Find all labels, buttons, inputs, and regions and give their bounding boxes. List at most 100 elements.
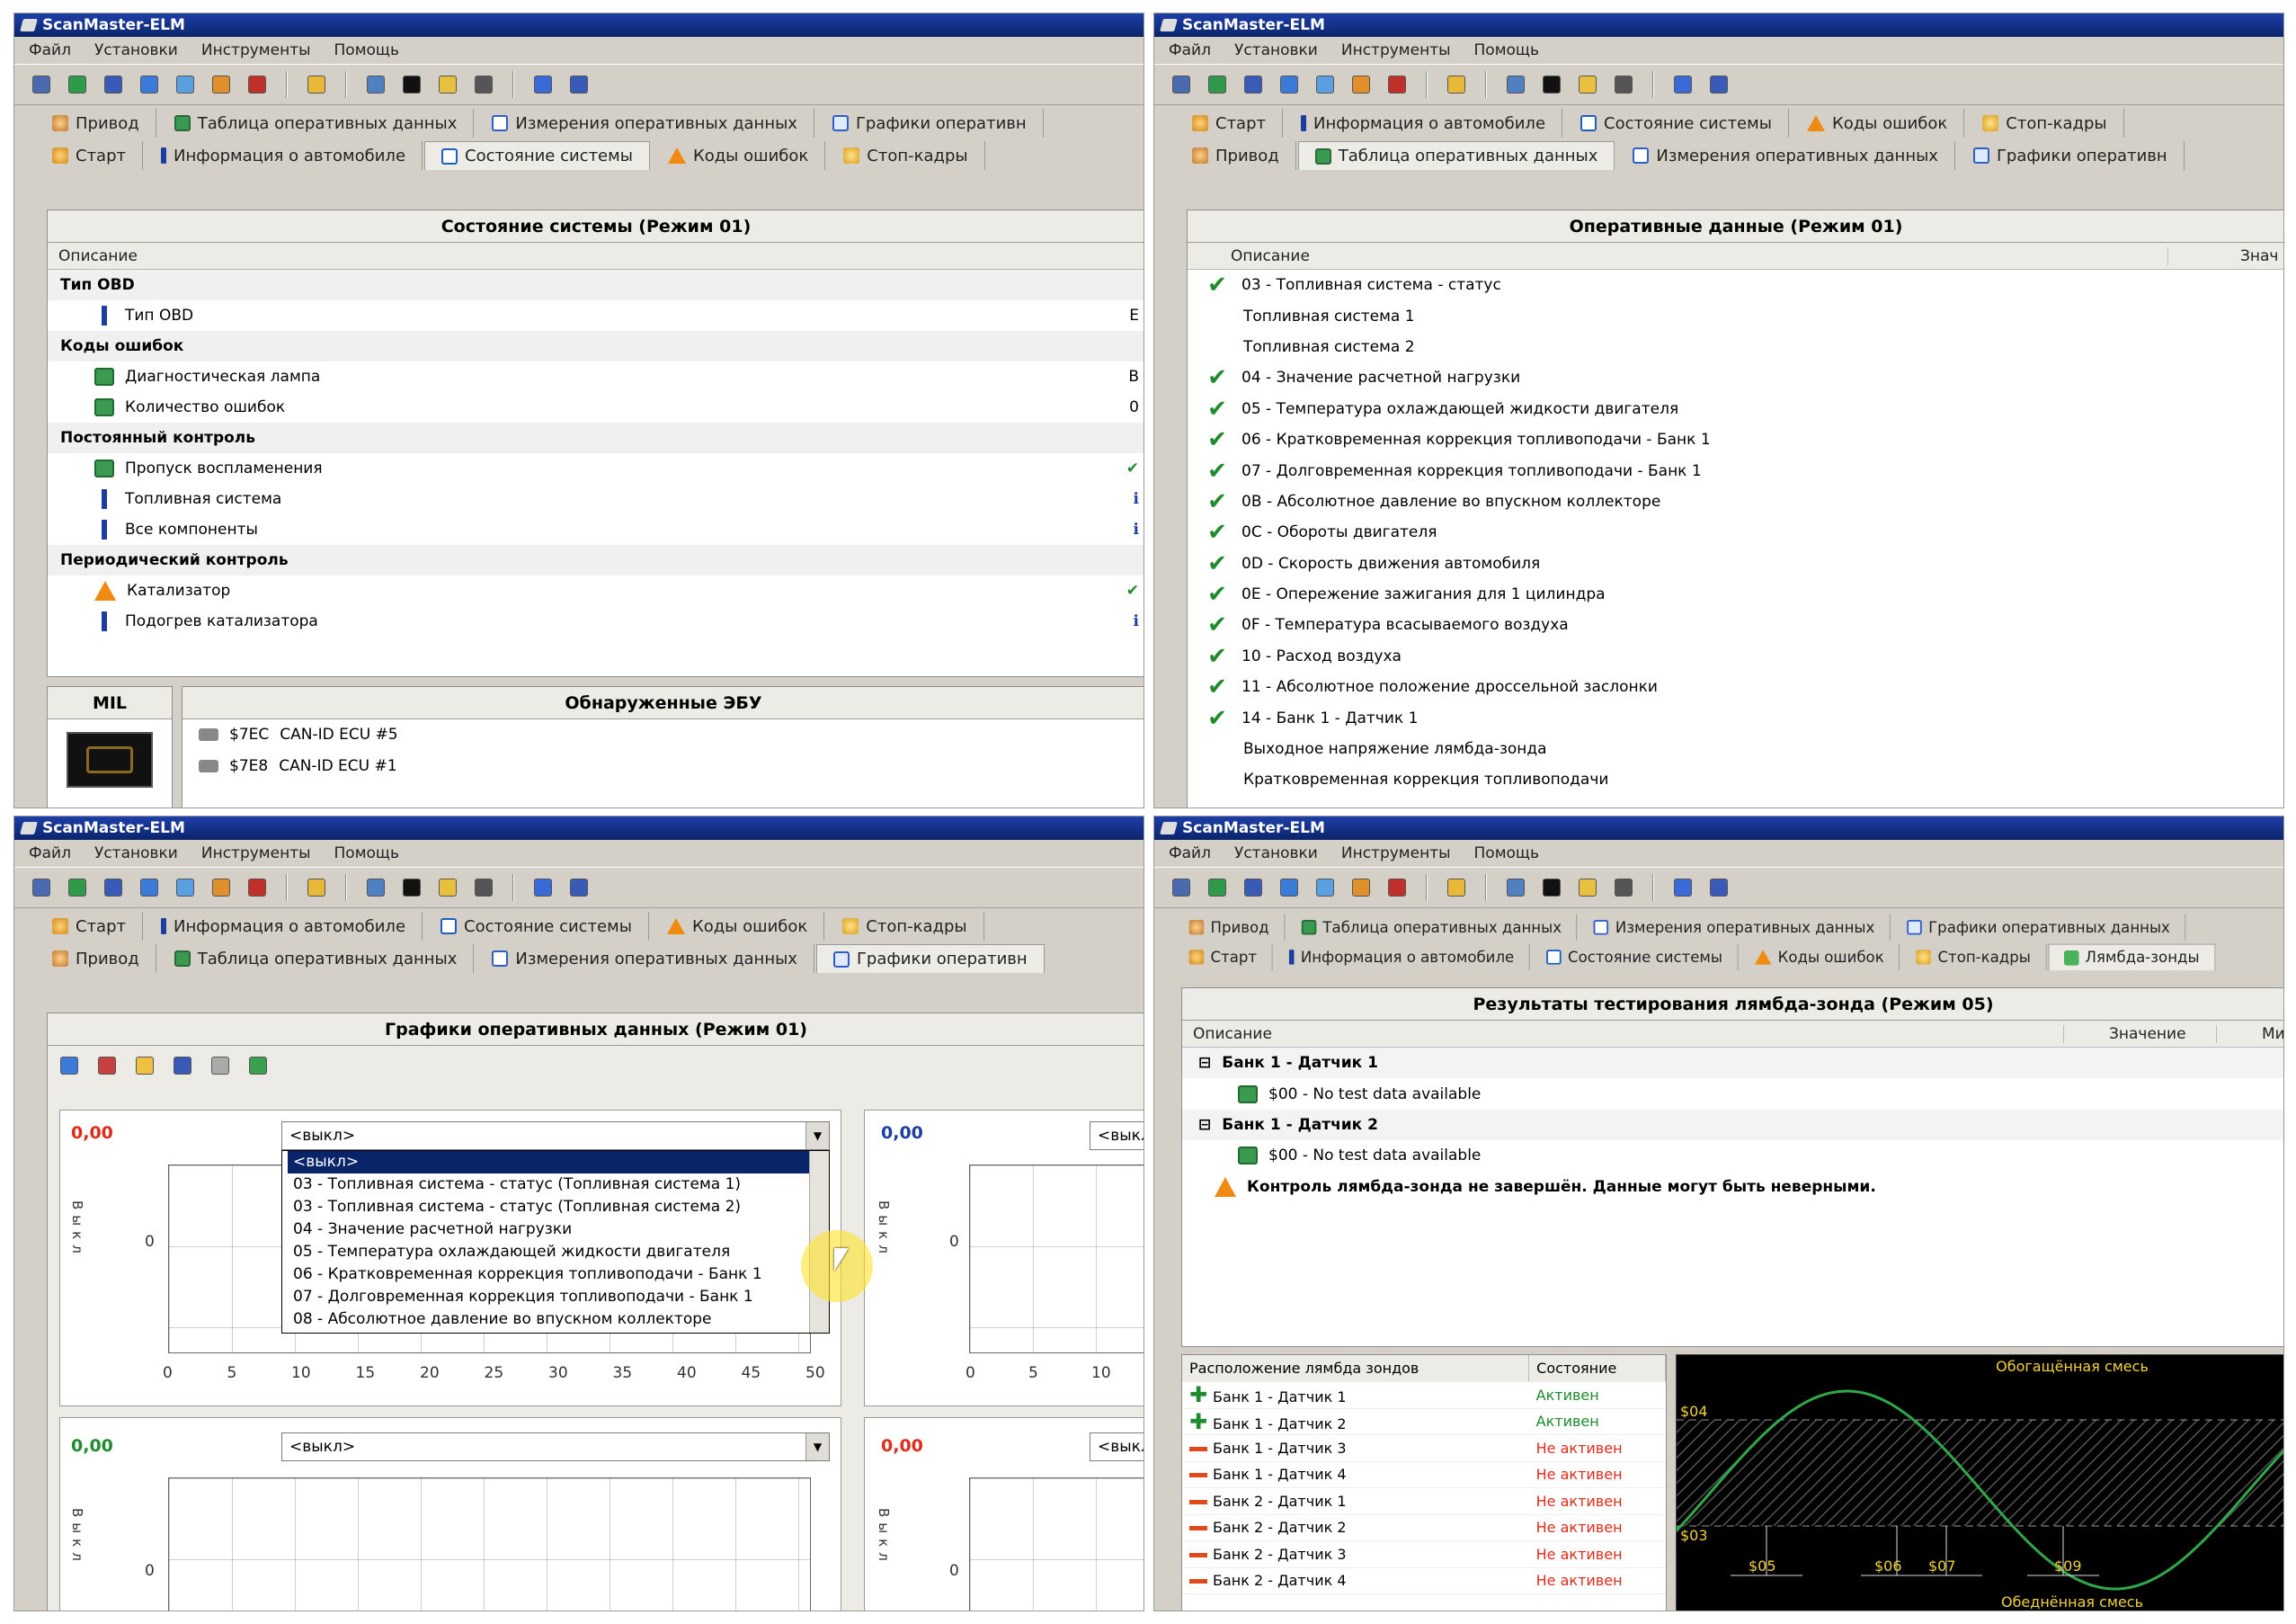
tab-lambda[interactable]: Лямбда-зонды bbox=[2048, 943, 2216, 971]
tab-vehicle-info[interactable]: Информация о автомобиле bbox=[1274, 943, 1530, 971]
column-header-description[interactable]: Описание Знач bbox=[1188, 243, 2283, 270]
battery-button[interactable] bbox=[435, 875, 460, 900]
message-button[interactable] bbox=[363, 72, 388, 97]
tab-start[interactable]: Старт bbox=[36, 912, 143, 941]
column-state[interactable]: Состояние bbox=[1528, 1355, 1666, 1382]
tab-error-codes[interactable]: Коды ошибок bbox=[1740, 943, 1900, 971]
tree-item[interactable]: $00 - No test data available bbox=[1182, 1078, 2283, 1109]
pid-row[interactable]: ✔ 0F - Температура всасываемого воздуха bbox=[1188, 610, 2283, 640]
dropdown-option[interactable]: 08 - Абсолютное давление во впускном кол… bbox=[288, 1308, 829, 1331]
status-row[interactable]: Пропуск воспламенения ✔ bbox=[48, 453, 1144, 484]
menu-help[interactable]: Помощь bbox=[334, 41, 399, 59]
disc-button[interactable] bbox=[1611, 875, 1636, 900]
tab-vehicle-info[interactable]: Информация о автомобиле bbox=[1285, 109, 1563, 138]
menu-settings[interactable]: Установки bbox=[94, 844, 178, 862]
checkmark-icon[interactable]: ✔ bbox=[1204, 458, 1231, 485]
tab-system-state[interactable]: Состояние системы bbox=[424, 141, 650, 170]
globe-button[interactable] bbox=[65, 72, 90, 97]
checkmark-icon[interactable]: ✔ bbox=[1204, 674, 1231, 700]
tab-measurements[interactable]: Измерения оперативных данных bbox=[476, 944, 814, 973]
chart-button[interactable] bbox=[209, 875, 234, 900]
checkmark-icon[interactable]: ✔ bbox=[1204, 426, 1231, 453]
grid-button[interactable] bbox=[173, 875, 198, 900]
disc-button[interactable] bbox=[471, 875, 496, 900]
globe-button[interactable] bbox=[1205, 875, 1230, 900]
pid-row[interactable]: ✔ 0B - Абсолютное давление во впускном ко… bbox=[1188, 486, 2283, 517]
tab-freeze-frames[interactable]: Стоп-кадры bbox=[1901, 943, 2047, 971]
checkmark-icon[interactable]: ✔ bbox=[1204, 364, 1231, 391]
checkmark-icon[interactable]: ✔ bbox=[1204, 611, 1231, 638]
column-header-description[interactable]: Описание bbox=[48, 243, 1144, 270]
chevron-down-icon[interactable]: ▼ bbox=[805, 1433, 829, 1460]
sensor-row[interactable]: Банк 2 - Датчик 2 Не активен bbox=[1182, 1514, 1666, 1541]
ecu-row[interactable]: $7E8 CAN-ID ECU #1 bbox=[182, 750, 1144, 781]
door-button[interactable] bbox=[1706, 875, 1731, 900]
report-button[interactable] bbox=[1241, 72, 1266, 97]
tab-drive[interactable]: Привод bbox=[36, 109, 156, 138]
graph-4-select[interactable]: <выкл> bbox=[1090, 1432, 1144, 1461]
add-graph-button[interactable] bbox=[57, 1053, 82, 1078]
menu-settings[interactable]: Установки bbox=[1234, 844, 1318, 862]
dropdown-option[interactable]: <выкл> bbox=[288, 1151, 829, 1173]
pid-row[interactable]: ✔ 14 - Банк 1 - Датчик 1 bbox=[1188, 702, 2283, 733]
tab-freeze-frames[interactable]: Стоп-кадры bbox=[827, 141, 985, 170]
column-location[interactable]: Расположение лямбда зондов bbox=[1182, 1355, 1530, 1382]
pid-row[interactable]: ✔ 03 - Топливная система - статус bbox=[1188, 270, 2283, 300]
export-button[interactable] bbox=[245, 1053, 271, 1078]
tab-error-codes[interactable]: Коды ошибок bbox=[652, 141, 826, 170]
table-button[interactable] bbox=[1277, 875, 1302, 900]
status-row[interactable]: Все компоненты ℹ bbox=[48, 514, 1144, 545]
menu-settings[interactable]: Установки bbox=[1234, 41, 1318, 59]
message-button[interactable] bbox=[363, 875, 388, 900]
folder-button[interactable] bbox=[1444, 72, 1469, 97]
menu-tools[interactable]: Инструменты bbox=[1341, 41, 1451, 59]
checkmark-icon[interactable]: ✔ bbox=[1204, 550, 1231, 577]
sensor-row[interactable]: Банк 2 - Датчик 3 Не активен bbox=[1182, 1540, 1666, 1568]
door-button[interactable] bbox=[566, 875, 592, 900]
sensor-row[interactable]: ✚ Банк 1 - Датчик 1 Активен bbox=[1182, 1381, 1666, 1409]
disc-button[interactable] bbox=[1611, 72, 1636, 97]
monitor-button[interactable] bbox=[399, 72, 424, 97]
globe-button[interactable] bbox=[1205, 72, 1230, 97]
checkmark-icon[interactable]: ✔ bbox=[1204, 581, 1231, 608]
door-button[interactable] bbox=[1706, 72, 1731, 97]
graph-2-select[interactable]: <выкл> bbox=[1090, 1121, 1144, 1150]
message-button[interactable] bbox=[1503, 875, 1528, 900]
tab-graphs[interactable]: Графики оперативн bbox=[1957, 141, 2185, 170]
tab-measurements[interactable]: Измерения оперативных данных bbox=[1616, 141, 1955, 170]
globe-button[interactable] bbox=[65, 875, 90, 900]
wrench-button[interactable] bbox=[1169, 875, 1194, 900]
disc-button[interactable] bbox=[471, 72, 496, 97]
report-button[interactable] bbox=[101, 875, 126, 900]
pid-row[interactable]: ✔ 10 - Расход воздуха bbox=[1188, 641, 2283, 672]
checkmark-icon[interactable]: ✔ bbox=[1204, 272, 1231, 299]
tab-start[interactable]: Старт bbox=[1174, 943, 1273, 971]
pid-row[interactable]: Выходное напряжение лямбда-зонда bbox=[1188, 734, 2283, 764]
sensor-row[interactable]: Банк 2 - Датчик 1 Не активен bbox=[1182, 1487, 1666, 1515]
pid-row[interactable]: ✔ 06 - Кратковременная коррекция топливоп… bbox=[1188, 424, 2283, 455]
checkmark-icon[interactable]: ✔ bbox=[1204, 519, 1231, 546]
sensor-row[interactable]: Банк 1 - Датчик 4 Не активен bbox=[1182, 1461, 1666, 1488]
column-extra-label[interactable]: Ми bbox=[2216, 1024, 2283, 1043]
pid-row[interactable]: Топливная система 2 bbox=[1188, 332, 2283, 362]
dollar-button[interactable] bbox=[245, 72, 270, 97]
pid-row[interactable]: ✔ 0D - Скорость движения автомобиля bbox=[1188, 549, 2283, 579]
dollar-button[interactable] bbox=[245, 875, 270, 900]
pid-row[interactable]: ✔ 05 - Температура охлаждающей жидкости д… bbox=[1188, 394, 2283, 424]
menu-help[interactable]: Помощь bbox=[334, 844, 399, 862]
tab-vehicle-info[interactable]: Информация о автомобиле bbox=[145, 912, 423, 941]
column-description-label[interactable]: Описание bbox=[1193, 1025, 1272, 1043]
tab-drive[interactable]: Привод bbox=[1174, 914, 1286, 941]
sensor-row[interactable]: Банк 2 - Датчик 4 Не активен bbox=[1182, 1567, 1666, 1594]
pid-row[interactable]: ✔ 04 - Значение расчетной нагрузки bbox=[1188, 362, 2283, 393]
wrench-button[interactable] bbox=[1169, 72, 1194, 97]
report-button[interactable] bbox=[1241, 875, 1266, 900]
tab-start[interactable]: Старт bbox=[36, 141, 143, 170]
status-row[interactable]: Подогрев катализатора ℹ bbox=[48, 606, 1144, 637]
status-row[interactable]: Тип OBD E bbox=[48, 300, 1144, 331]
battery-button[interactable] bbox=[1575, 875, 1600, 900]
dropdown-option[interactable]: 05 - Температура охлаждающей жидкости дв… bbox=[288, 1241, 829, 1263]
print-button[interactable] bbox=[208, 1053, 233, 1078]
chart-button[interactable] bbox=[209, 72, 234, 97]
tree-group[interactable]: ⊟ Банк 1 - Датчик 1 bbox=[1182, 1048, 2283, 1079]
